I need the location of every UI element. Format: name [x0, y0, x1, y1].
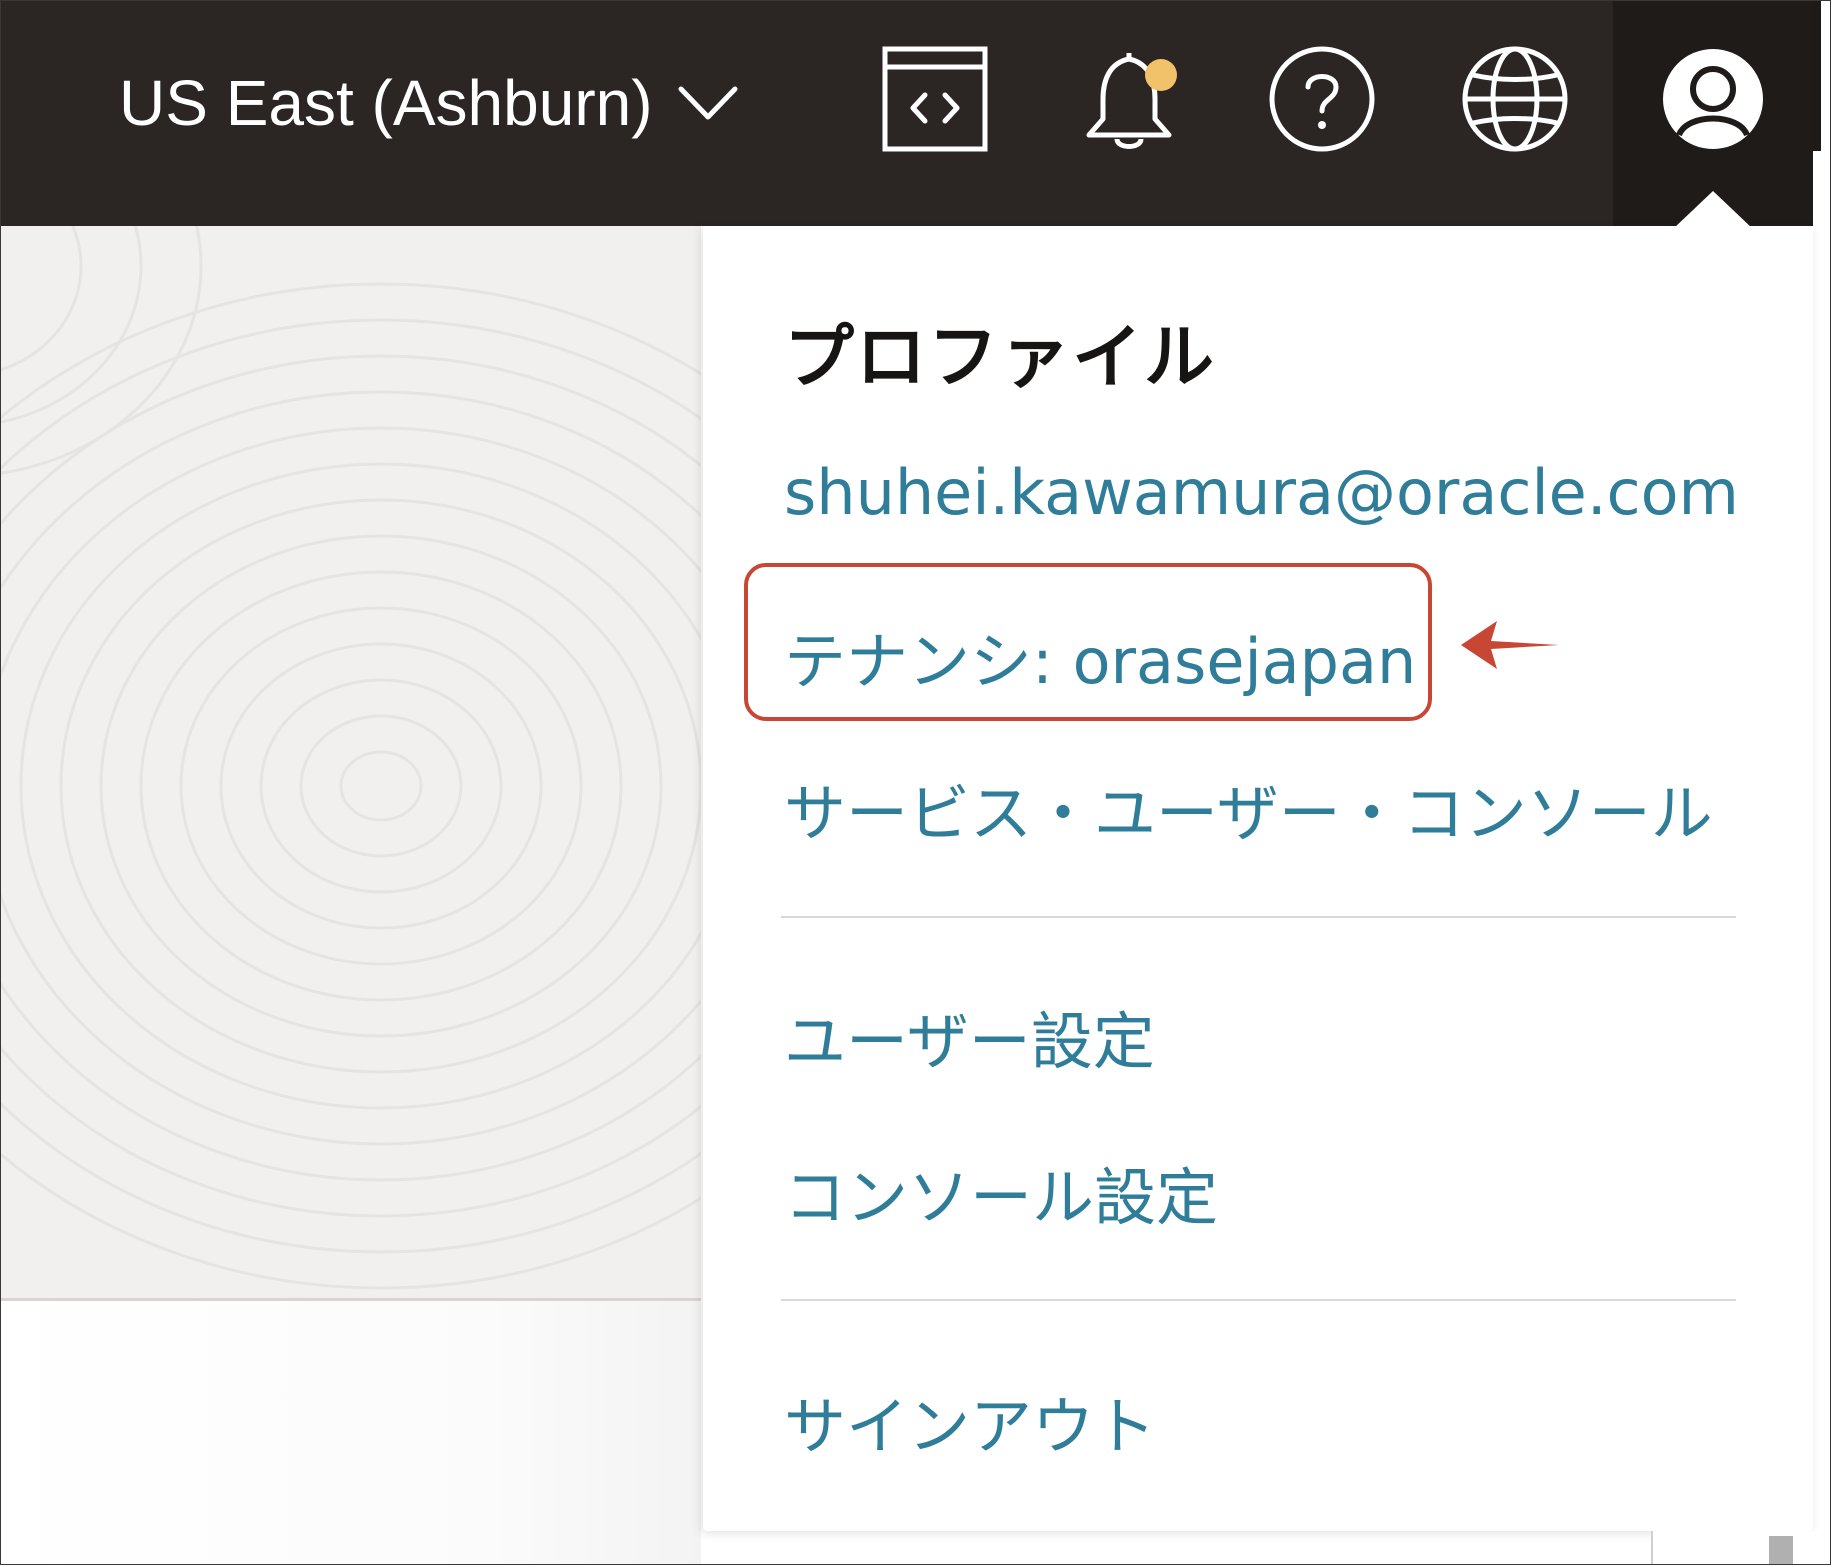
- menu-divider: [781, 916, 1736, 918]
- chevron-down-icon: [678, 86, 738, 120]
- user-avatar-icon: [1663, 49, 1763, 149]
- bell-icon: [1086, 53, 1177, 149]
- help-icon: [1269, 46, 1375, 152]
- profile-email-link[interactable]: shuhei.kawamura@oracle.com: [784, 456, 1739, 529]
- sign-out-link[interactable]: サインアウト: [784, 1376, 1156, 1466]
- notifications-button[interactable]: [1073, 43, 1185, 155]
- profile-dropdown: [703, 226, 1813, 1531]
- region-label: US East (Ashburn): [119, 67, 653, 139]
- screenshot-frame: US East (Ashburn) プロファイル shuhei.kawamura…: [0, 0, 1831, 1565]
- content-area: [1, 1301, 701, 1564]
- help-button[interactable]: [1266, 43, 1378, 155]
- swirl-pattern: [1, 226, 701, 1290]
- console-settings-link[interactable]: コンソール設定: [784, 1147, 1218, 1237]
- menu-divider: [781, 1299, 1736, 1301]
- notification-dot: [1145, 59, 1177, 91]
- scrollbar-track: [1813, 1, 1821, 151]
- code-editor-button[interactable]: [879, 43, 991, 155]
- top-header-bar: US East (Ashburn): [1, 1, 1813, 226]
- code-editor-icon: [882, 46, 988, 152]
- globe-icon: [1462, 46, 1568, 152]
- user-settings-link[interactable]: ユーザー設定: [784, 991, 1155, 1081]
- background-pattern: [1, 226, 701, 1301]
- service-user-console-link[interactable]: サービス・ユーザー・コンソール: [784, 763, 1713, 853]
- dropdown-caret: [1673, 191, 1753, 229]
- region-selector[interactable]: US East (Ashburn): [119, 63, 739, 143]
- scrollbar-thumb[interactable]: [1769, 1536, 1793, 1564]
- profile-title: プロファイル: [784, 316, 1216, 398]
- tenancy-link[interactable]: テナンシ: orasejapan: [784, 611, 1416, 701]
- language-button[interactable]: [1459, 43, 1571, 155]
